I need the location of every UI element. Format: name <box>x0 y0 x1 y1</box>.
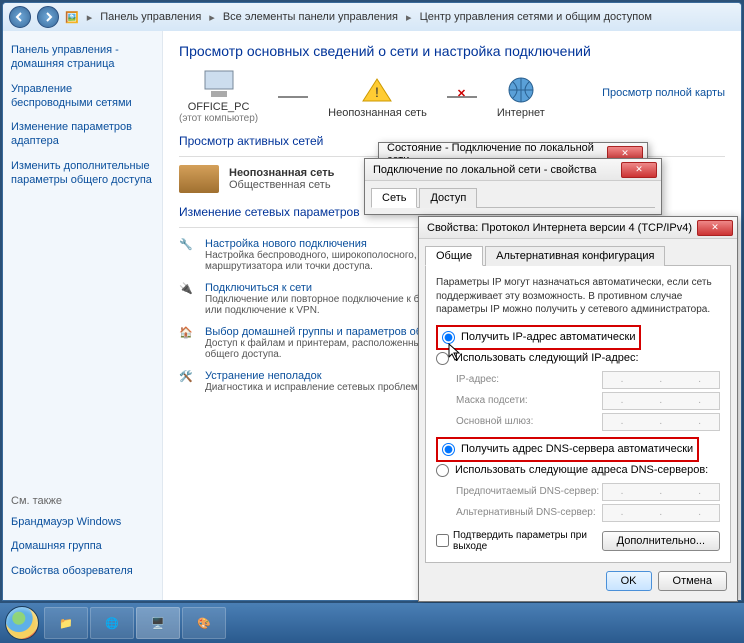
connect-icon: 🔌 <box>179 282 197 300</box>
ok-button[interactable]: OK <box>606 571 652 591</box>
highlight-ip-auto: Получить IP-адрес автоматически <box>436 325 641 350</box>
sidebar-home-link[interactable]: Панель управления - домашняя страница <box>11 43 154 72</box>
taskbar-item[interactable]: 🌐 <box>90 607 134 639</box>
radio-dns-auto-input[interactable] <box>442 443 455 456</box>
gateway-field: ... <box>602 413 720 431</box>
sidebar-homegroup-link[interactable]: Домашняя группа <box>11 539 154 553</box>
troubleshoot-icon: 🛠️ <box>179 370 197 388</box>
ipv4-dialog-title[interactable]: Свойства: Протокол Интернета версии 4 (T… <box>419 217 737 239</box>
tab-alternate[interactable]: Альтернативная конфигурация <box>485 246 665 266</box>
radio-ip-auto[interactable]: Получить IP-адрес автоматически <box>442 329 635 346</box>
computer-icon <box>199 69 239 99</box>
label-dns2: Альтернативный DNS-сервер: <box>456 507 602 518</box>
confirm-checkbox[interactable] <box>436 534 449 547</box>
titlebar: 🖼️ ▸ Панель управления ▸ Все элементы па… <box>3 3 741 31</box>
label-ip: IP-адрес: <box>456 374 602 385</box>
connection-line <box>278 96 308 98</box>
svg-text:!: ! <box>376 84 380 100</box>
properties-dialog: Подключение по локальной сети - свойства… <box>364 158 662 215</box>
radio-ip-auto-input[interactable] <box>442 331 455 344</box>
close-icon[interactable]: ✕ <box>621 162 657 178</box>
warning-icon: ! <box>357 75 397 105</box>
confirm-checkbox-row[interactable]: Подтвердить параметры при выходе <box>436 530 602 552</box>
radio-ip-manual[interactable]: Использовать следующий IP-адрес: <box>436 350 720 367</box>
highlight-dns-auto: Получить адрес DNS-сервера автоматически <box>436 437 699 462</box>
breadcrumb-item[interactable]: Центр управления сетями и общим доступом <box>420 11 652 23</box>
nav-forward-button[interactable] <box>37 6 59 28</box>
node-internet: Интернет <box>497 75 545 119</box>
breadcrumb-item[interactable]: Все элементы панели управления <box>223 11 398 23</box>
sidebar-firewall-link[interactable]: Брандмауэр Windows <box>11 515 154 529</box>
cancel-button[interactable]: Отмена <box>658 571 727 591</box>
windows-orb-icon <box>5 606 39 640</box>
node-pc: OFFICE_PC (этот компьютер) <box>179 69 258 124</box>
taskbar-item[interactable]: 🎨 <box>182 607 226 639</box>
sidebar: Панель управления - домашняя страница Уп… <box>3 31 163 600</box>
label-dns1: Предпочитаемый DNS-сервер: <box>456 486 602 497</box>
page-title: Просмотр основных сведений о сети и наст… <box>179 43 725 59</box>
dns2-field: ... <box>602 504 720 522</box>
full-map-link[interactable]: Просмотр полной карты <box>602 87 725 99</box>
globe-icon <box>501 75 541 105</box>
label-gateway: Основной шлюз: <box>456 416 602 427</box>
tab-network[interactable]: Сеть <box>371 188 417 208</box>
sidebar-wireless-link[interactable]: Управление беспроводными сетями <box>11 82 154 111</box>
ip-field: ... <box>602 371 720 389</box>
sidebar-sharing-link[interactable]: Изменить дополнительные параметры общего… <box>11 159 154 188</box>
nav-back-button[interactable] <box>9 6 31 28</box>
tab-general[interactable]: Общие <box>425 246 483 266</box>
taskbar: 📁 🌐 🖥️ 🎨 <box>0 603 744 643</box>
radio-dns-auto[interactable]: Получить адрес DNS-сервера автоматически <box>442 441 693 458</box>
sidebar-browser-link[interactable]: Свойства обозревателя <box>11 564 154 578</box>
breadcrumb-icon: 🖼️ <box>65 11 79 24</box>
mask-field: ... <box>602 392 720 410</box>
radio-dns-manual-input[interactable] <box>436 464 449 477</box>
label-mask: Маска подсети: <box>456 395 602 406</box>
taskbar-item[interactable]: 🖥️ <box>136 607 180 639</box>
node-unknown: ! Неопознанная сеть <box>328 75 427 119</box>
ipv4-dialog: Свойства: Протокол Интернета версии 4 (T… <box>418 216 738 602</box>
radio-dns-manual[interactable]: Использовать следующие адреса DNS-сервер… <box>436 462 720 479</box>
taskbar-item[interactable]: 📁 <box>44 607 88 639</box>
dns1-field: ... <box>602 483 720 501</box>
ipv4-description: Параметры IP могут назначаться автоматич… <box>436 276 720 317</box>
bench-icon <box>179 165 219 193</box>
homegroup-icon: 🏠 <box>179 326 197 344</box>
breadcrumb-item[interactable]: Панель управления <box>100 11 201 23</box>
advanced-button[interactable]: Дополнительно... <box>602 531 720 551</box>
tab-access[interactable]: Доступ <box>419 188 477 208</box>
properties-dialog-title: Подключение по локальной сети - свойства… <box>365 159 661 181</box>
radio-ip-manual-input[interactable] <box>436 352 449 365</box>
sidebar-adapter-link[interactable]: Изменение параметров адаптера <box>11 120 154 149</box>
close-icon[interactable]: ✕ <box>697 220 733 236</box>
connection-broken <box>447 96 477 98</box>
see-also-label: См. также <box>11 495 154 507</box>
wizard-icon: 🔧 <box>179 238 197 256</box>
start-button[interactable] <box>2 603 42 643</box>
